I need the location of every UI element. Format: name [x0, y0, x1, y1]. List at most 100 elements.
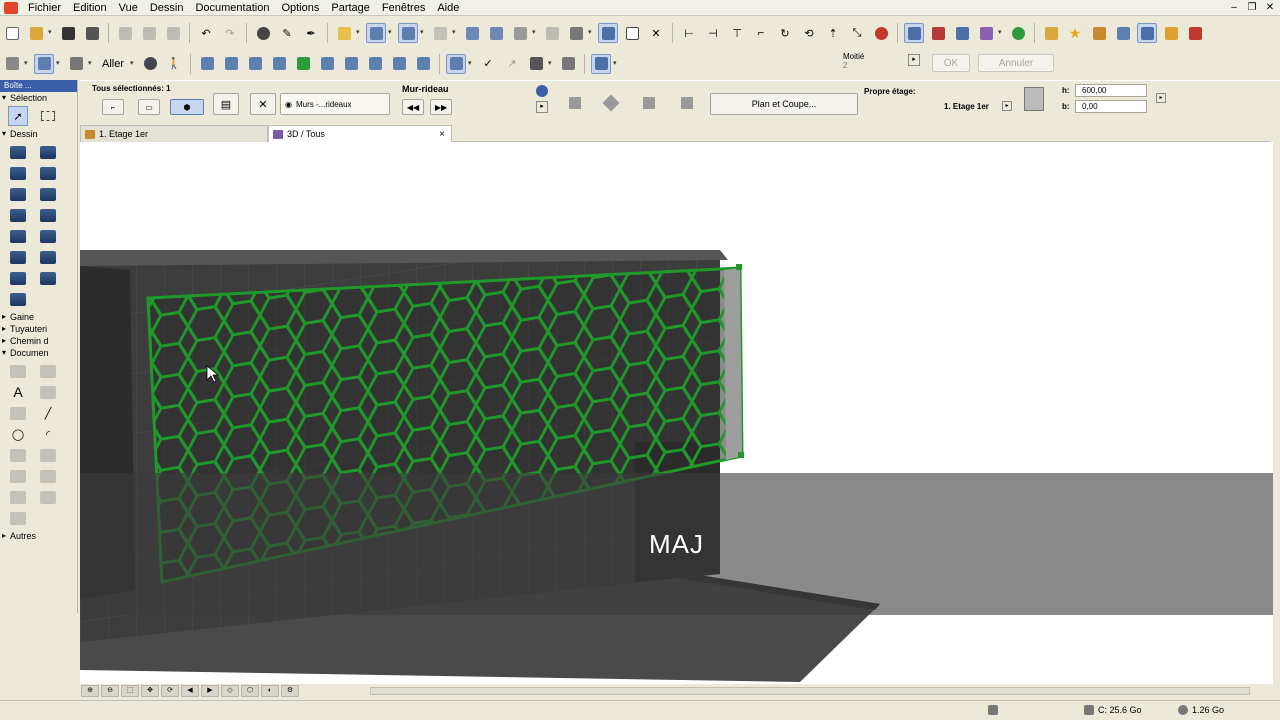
- snap-button[interactable]: [398, 23, 418, 43]
- horizontal-scrollbar[interactable]: [370, 687, 1250, 695]
- publisher-sets-button[interactable]: [66, 54, 86, 74]
- explore-button[interactable]: [928, 23, 948, 43]
- label-tool[interactable]: [38, 382, 58, 402]
- menu-fenetres[interactable]: Fenêtres: [376, 0, 431, 16]
- properties-button[interactable]: [1089, 23, 1109, 43]
- grid-dropdown-icon[interactable]: ▾: [452, 23, 460, 43]
- menu-documentation[interactable]: Documentation: [189, 0, 275, 16]
- section-button[interactable]: [245, 54, 265, 74]
- layout-dropdown-icon[interactable]: ▾: [56, 54, 64, 74]
- view-map-dropdown-icon[interactable]: ▾: [24, 54, 32, 74]
- new-file-button[interactable]: [2, 23, 22, 43]
- text-tool[interactable]: A: [8, 382, 28, 402]
- suspend-groups-button[interactable]: [598, 23, 618, 43]
- eyedropper-button[interactable]: ✎: [277, 23, 297, 43]
- rotate-button[interactable]: ↻: [775, 23, 795, 43]
- walk-button[interactable]: 🚶: [164, 54, 184, 74]
- zoom-button[interactable]: [558, 54, 578, 74]
- info-box-button[interactable]: [1137, 23, 1157, 43]
- tab-floor-plan[interactable]: 1. Etage 1er: [80, 125, 268, 142]
- index-button[interactable]: [413, 54, 433, 74]
- publisher-button[interactable]: [1185, 23, 1205, 43]
- shell-tool[interactable]: [8, 226, 28, 246]
- zoom-in-button[interactable]: ⊕: [81, 685, 99, 697]
- zone-tool[interactable]: [38, 268, 58, 288]
- mirror-button[interactable]: ⟲: [799, 23, 819, 43]
- snap-dropdown-icon[interactable]: ▾: [420, 23, 428, 43]
- perspective-button[interactable]: ◇: [221, 685, 239, 697]
- base-offset-input[interactable]: 0,00: [1075, 100, 1147, 113]
- menu-options[interactable]: Options: [275, 0, 325, 16]
- tuyauterie-group-header[interactable]: Tuyauteri: [0, 323, 77, 335]
- menu-partage[interactable]: Partage: [325, 0, 376, 16]
- junction-button[interactable]: [638, 95, 660, 111]
- next-view-button[interactable]: ▶: [201, 685, 219, 697]
- render-button[interactable]: [976, 23, 996, 43]
- trace-reference-button[interactable]: [446, 53, 467, 74]
- close-tab-icon[interactable]: ×: [439, 126, 445, 143]
- find-select-button[interactable]: [253, 23, 273, 43]
- vertical-scrollbar[interactable]: [1273, 142, 1280, 684]
- arrow-tool[interactable]: ➚: [8, 106, 28, 126]
- angle-button[interactable]: ↗: [502, 54, 522, 74]
- 3d-window-button[interactable]: [904, 23, 924, 43]
- frame-button[interactable]: [564, 95, 586, 111]
- wall-tool[interactable]: [8, 142, 28, 162]
- guide-dropdown-icon[interactable]: ▾: [613, 54, 621, 74]
- arc-tool[interactable]: ◜: [38, 424, 58, 444]
- navigator-button[interactable]: [952, 23, 972, 43]
- measure-dropdown-icon[interactable]: ▾: [548, 54, 556, 74]
- slab-tool[interactable]: [8, 184, 28, 204]
- offset-button[interactable]: [871, 23, 891, 43]
- detail-button[interactable]: [293, 54, 313, 74]
- door-tool[interactable]: [8, 163, 28, 183]
- arrange-dropdown-icon[interactable]: ▾: [588, 23, 596, 43]
- elevation-button[interactable]: [269, 54, 289, 74]
- ok-button[interactable]: OK: [932, 54, 970, 72]
- copy-button[interactable]: [139, 23, 159, 43]
- 3d-document-button[interactable]: [341, 54, 361, 74]
- schedule-button[interactable]: [389, 54, 409, 74]
- group-dropdown-icon[interactable]: ▾: [532, 23, 540, 43]
- render-mode-button[interactable]: ◐: [261, 685, 279, 697]
- lock-button[interactable]: [542, 23, 562, 43]
- group-button[interactable]: [510, 23, 530, 43]
- zoom-out-button[interactable]: ⊖: [101, 685, 119, 697]
- align-top-button[interactable]: ⊤: [727, 23, 747, 43]
- fill-tool[interactable]: [8, 403, 28, 423]
- elevate-button[interactable]: ⇡: [823, 23, 843, 43]
- gravity-dropdown-icon[interactable]: ▾: [388, 23, 396, 43]
- skylight-tool[interactable]: [38, 226, 58, 246]
- worksheet-button[interactable]: [317, 54, 337, 74]
- fit-window-button[interactable]: ⬚: [121, 685, 139, 697]
- 3d-viewport[interactable]: MAJ: [80, 142, 1273, 684]
- drawing-tool[interactable]: [8, 487, 28, 507]
- level-dimension-tool[interactable]: [38, 361, 58, 381]
- expand-icon[interactable]: ▸: [536, 101, 548, 113]
- layer-field[interactable]: ◉ Murs -...rideaux: [280, 93, 390, 115]
- column-tool[interactable]: [38, 142, 58, 162]
- render-dropdown-icon[interactable]: ▾: [998, 23, 1006, 43]
- line-tool[interactable]: ╱: [38, 403, 58, 423]
- open-dropdown-icon[interactable]: ▾: [48, 23, 56, 43]
- polyline-tool[interactable]: [8, 445, 28, 465]
- window-tool[interactable]: [38, 184, 58, 204]
- favorites-button[interactable]: ★: [1065, 23, 1085, 43]
- trace-button[interactable]: [462, 23, 482, 43]
- etage-value[interactable]: 1. Etage 1er: [944, 102, 989, 111]
- library-button[interactable]: [1041, 23, 1061, 43]
- close-icon[interactable]: ✕: [1264, 3, 1276, 13]
- measure-button[interactable]: [526, 54, 546, 74]
- arrange-button[interactable]: [566, 23, 586, 43]
- previous-element-button[interactable]: ◀◀: [402, 99, 424, 115]
- interior-elevation-button[interactable]: [365, 54, 385, 74]
- help-icon[interactable]: [536, 85, 548, 97]
- guide-line-button[interactable]: [591, 53, 612, 74]
- globe-button[interactable]: [140, 54, 160, 74]
- align-left-button[interactable]: ⊢: [679, 23, 699, 43]
- moitie-options-button[interactable]: ▸: [908, 54, 920, 66]
- menu-fichier[interactable]: Fichier: [22, 0, 67, 16]
- story-down-button[interactable]: [221, 54, 241, 74]
- orbit-button[interactable]: ⟳: [161, 685, 179, 697]
- accessory-button[interactable]: [676, 95, 698, 111]
